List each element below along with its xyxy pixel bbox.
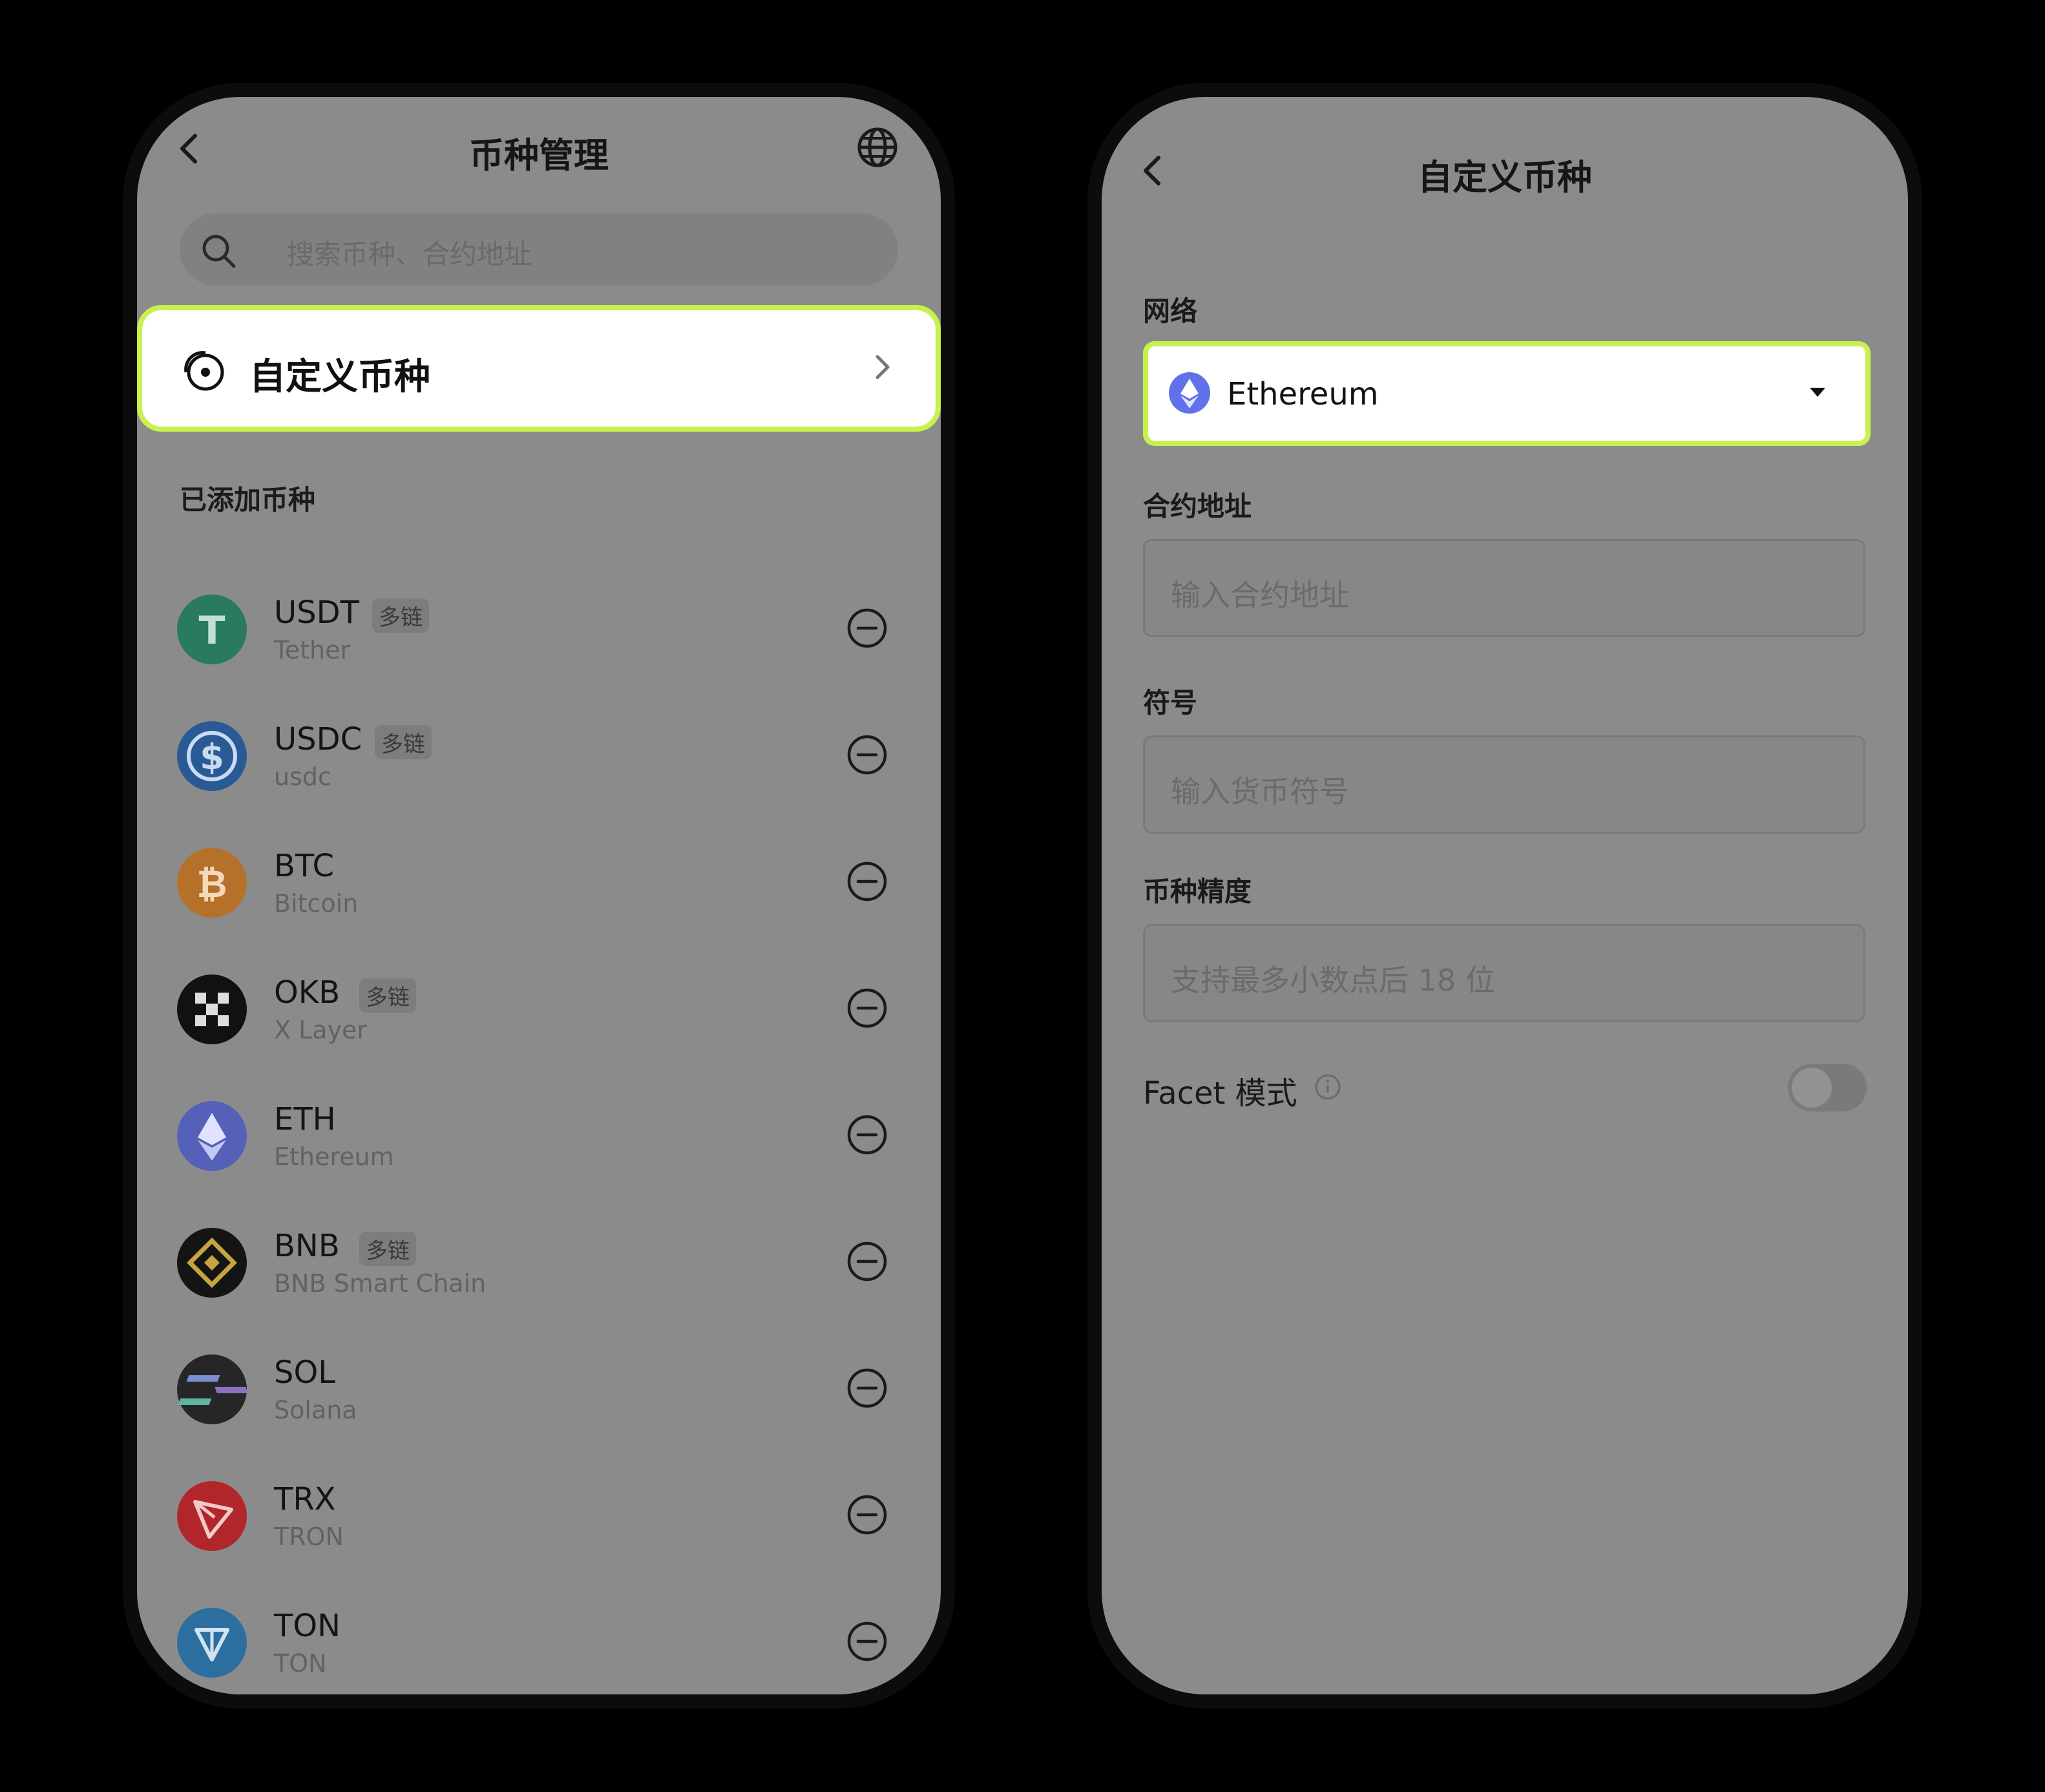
usdc-logo-icon: $ — [177, 721, 247, 791]
precision-placeholder: 支持最多小数点后 18 位 — [1171, 963, 1495, 998]
token-name: Bitcoin — [274, 889, 359, 918]
token-name: Solana — [274, 1396, 357, 1424]
token-symbol: USDC — [274, 721, 362, 757]
eth-logo-icon — [177, 1101, 247, 1171]
custom-token-icon — [180, 346, 226, 395]
custom-token-label: 自定义币种 — [249, 356, 430, 398]
symbol-label: 符号 — [1143, 687, 1198, 719]
chevron-right-icon — [874, 353, 892, 384]
svg-text:₿: ₿ — [196, 862, 227, 906]
token-name: usdc — [274, 763, 331, 791]
search-input[interactable]: 搜索币种、合约地址 — [180, 213, 898, 286]
remove-token-icon[interactable] — [846, 1241, 888, 1285]
sol-logo-icon — [177, 1355, 248, 1424]
precision-input[interactable]: 支持最多小数点后 18 位 — [1143, 924, 1865, 1022]
bnb-logo-icon — [177, 1228, 247, 1298]
okb-logo-icon — [177, 975, 247, 1044]
token-management-screen: 币种管理 搜索币种、合约地址 自定义币种 已添加币种 T USDT 多链 Tet… — [137, 97, 941, 1694]
contract-address-input[interactable]: 输入合约地址 — [1143, 539, 1865, 637]
remove-token-icon[interactable] — [846, 607, 888, 651]
search-placeholder: 搜索币种、合约地址 — [287, 238, 532, 270]
token-name: TON — [274, 1649, 327, 1678]
precision-label: 币种精度 — [1143, 876, 1252, 907]
custom-token-button[interactable]: 自定义币种 — [137, 305, 941, 432]
token-symbol: BTC — [274, 848, 334, 884]
svg-text:$: $ — [200, 737, 224, 777]
btc-logo-icon: ₿ — [177, 848, 247, 918]
token-name: BNB Smart Chain — [274, 1269, 487, 1298]
token-row-ton: TON TON — [137, 1588, 941, 1694]
token-name: Ethereum — [274, 1143, 394, 1171]
remove-token-icon[interactable] — [846, 1114, 888, 1158]
contract-address-label: 合约地址 — [1143, 490, 1252, 522]
token-symbol: ETH — [274, 1101, 336, 1137]
remove-token-icon[interactable] — [846, 861, 888, 905]
info-icon[interactable] — [1314, 1073, 1342, 1104]
added-tokens-heading: 已添加币种 — [180, 484, 316, 516]
custom-token-screen: 自定义币种 网络 Ethereum 合约地址 输入合约地址 符号 输入货币符号 … — [1102, 97, 1908, 1694]
remove-token-icon[interactable] — [846, 1621, 888, 1665]
usdt-logo-icon: T — [177, 595, 247, 664]
token-row-okb: OKB 多链 X Layer — [137, 955, 941, 1082]
token-symbol: TRX — [274, 1481, 336, 1517]
network-label: 网络 — [1143, 295, 1198, 327]
token-symbol: OKB — [274, 975, 341, 1011]
multichain-badge: 多链 — [375, 725, 432, 759]
globe-icon[interactable] — [855, 125, 899, 169]
multichain-badge: 多链 — [359, 978, 416, 1013]
trx-logo-icon — [177, 1481, 247, 1551]
token-symbol: BNB — [274, 1228, 340, 1264]
multichain-badge: 多链 — [359, 1232, 416, 1266]
token-row-bnb: BNB 多链 BNB Smart Chain — [137, 1208, 941, 1335]
token-symbol: SOL — [274, 1355, 335, 1391]
page-title: 币种管理 — [469, 135, 609, 176]
toggle-knob — [1792, 1068, 1832, 1108]
network-select[interactable]: Ethereum — [1143, 341, 1871, 446]
remove-token-icon[interactable] — [846, 987, 888, 1031]
token-row-eth: ETH Ethereum — [137, 1082, 941, 1208]
token-row-btc: ₿ BTC Bitcoin — [137, 828, 941, 955]
svg-text:T: T — [199, 608, 225, 653]
caret-down-icon — [1809, 386, 1827, 401]
contract-address-placeholder: 输入合约地址 — [1171, 578, 1349, 613]
network-value: Ethereum — [1227, 376, 1379, 412]
remove-token-icon[interactable] — [846, 1367, 888, 1411]
token-row-usdc: $ USDC 多链 usdc — [137, 702, 941, 828]
multichain-badge: 多链 — [372, 598, 429, 633]
remove-token-icon[interactable] — [846, 1494, 888, 1538]
token-name: Tether — [274, 636, 351, 664]
symbol-placeholder: 输入货币符号 — [1171, 774, 1349, 809]
token-row-usdt: T USDT 多链 Tether — [137, 575, 941, 702]
ethereum-icon — [1168, 371, 1211, 417]
token-name: X Layer — [274, 1016, 368, 1044]
search-icon — [199, 231, 238, 273]
token-row-sol: SOL Solana — [137, 1335, 941, 1462]
facet-mode-label: Facet 模式 — [1143, 1075, 1297, 1112]
remove-token-icon[interactable] — [846, 734, 888, 778]
ton-logo-icon — [177, 1608, 247, 1678]
token-symbol: USDT — [274, 595, 359, 631]
symbol-input[interactable]: 输入货币符号 — [1143, 735, 1865, 834]
token-row-trx: TRX TRON — [137, 1462, 941, 1588]
page-title: 自定义币种 — [1418, 157, 1592, 198]
token-symbol: TON — [274, 1608, 341, 1644]
token-name: TRON — [274, 1523, 344, 1551]
facet-mode-toggle[interactable] — [1788, 1064, 1867, 1112]
